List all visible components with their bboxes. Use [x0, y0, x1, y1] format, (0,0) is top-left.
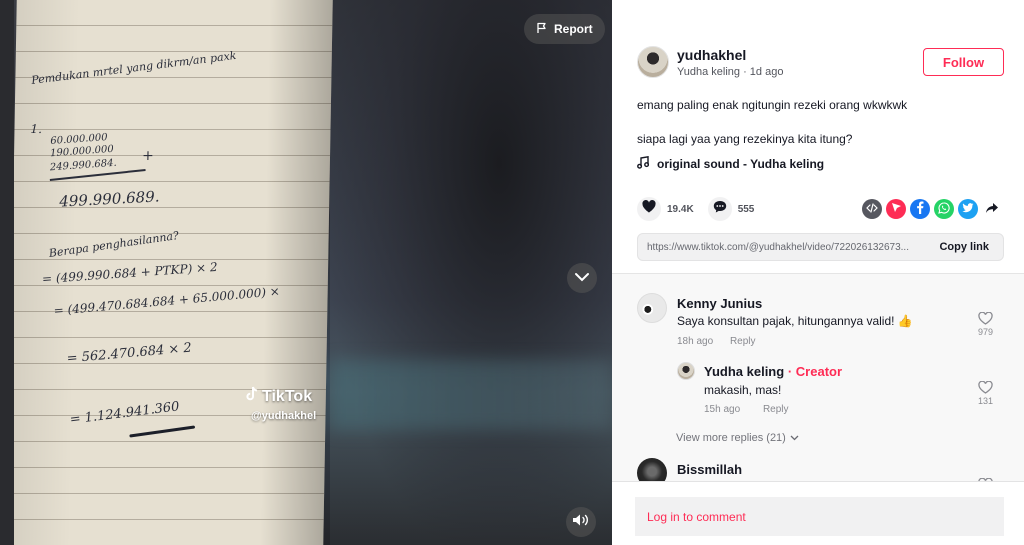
reply-button[interactable]: Reply — [730, 336, 756, 347]
chevron-down-icon — [790, 432, 799, 444]
flag-icon — [536, 22, 548, 37]
video-link-box: https://www.tiktok.com/@yudhakhel/video/… — [637, 233, 1004, 261]
comment-item: Bissmillah — [612, 452, 1024, 481]
volume-button[interactable] — [566, 507, 596, 537]
notebook-paper: Pemdukan mrtel yang dikrm/an paxk 1. 60.… — [7, 0, 333, 545]
author-meta: Yudha keling · 1d ago — [677, 65, 784, 78]
reply-item: Yudha keling · Creator makasih, mas! 15h… — [612, 356, 1024, 426]
share-arrow-icon — [985, 202, 999, 217]
author-display-name: Yudha keling — [677, 65, 740, 78]
commenter-name[interactable]: Kenny Junius — [677, 296, 762, 311]
author-avatar[interactable] — [637, 46, 669, 78]
like-count: 19.4K — [667, 203, 694, 215]
sound-link[interactable]: original sound - Yudha keling — [637, 155, 825, 172]
comment-item: Kenny Junius Saya konsultan pajak, hitun… — [612, 274, 1024, 354]
video-player[interactable]: Pemdukan mrtel yang dikrm/an paxk 1. 60.… — [0, 0, 612, 545]
embed-code-icon — [866, 202, 878, 216]
next-video-button[interactable] — [567, 263, 597, 293]
reply-button[interactable]: Reply — [763, 404, 789, 415]
share-more-button[interactable] — [982, 199, 1002, 219]
engagement-stats: 19.4K 555 — [637, 197, 768, 221]
post-details-panel: yudhakhel Yudha keling · 1d ago Follow e… — [612, 0, 1024, 545]
share-facebook-button[interactable] — [910, 199, 930, 219]
reply-time: 15h ago — [704, 404, 741, 415]
post-time: 1d ago — [749, 65, 784, 78]
embed-button[interactable] — [862, 199, 882, 219]
heart-outline-icon — [978, 380, 993, 396]
copy-link-button[interactable]: Copy link — [939, 241, 989, 253]
follow-button[interactable]: Follow — [923, 48, 1004, 76]
facebook-icon — [916, 201, 924, 217]
reply-avatar[interactable] — [677, 362, 695, 380]
creator-badge: Creator — [795, 364, 843, 379]
reply-text: makasih, mas! — [704, 383, 782, 397]
whatsapp-icon — [938, 201, 950, 217]
handwriting-plus: + — [141, 148, 154, 164]
reply-username[interactable]: Yudha keling · Creator — [704, 364, 842, 379]
comment-meta: 18h ago Reply — [677, 336, 756, 347]
reply-like[interactable]: 131 — [978, 380, 994, 406]
report-label: Report — [554, 22, 593, 36]
send-to-friends-button[interactable] — [886, 199, 906, 219]
tiktok-watermark: TikTok @yudhakhel — [245, 386, 316, 422]
commenter-name[interactable]: Bissmillah — [677, 462, 742, 477]
comment-like-count: 979 — [978, 327, 994, 337]
like-button[interactable] — [637, 197, 661, 221]
twitter-icon — [962, 202, 974, 216]
author-info[interactable]: yudhakhel Yudha keling · 1d ago — [637, 46, 783, 78]
comment-stat[interactable]: 555 — [707, 197, 755, 221]
comment-bubble-icon — [713, 200, 727, 218]
comment-time: 18h ago — [677, 336, 714, 347]
commenter-avatar[interactable] — [637, 458, 667, 481]
divider — [612, 481, 1024, 482]
video-link-text[interactable]: https://www.tiktok.com/@yudhakhel/video/… — [647, 242, 931, 253]
comment-count: 555 — [737, 203, 755, 215]
video-background-glow — [330, 360, 612, 430]
watermark-brand: TikTok — [262, 387, 313, 405]
sound-title: original sound - Yudha keling — [657, 157, 825, 171]
volume-icon — [572, 513, 590, 532]
send-arrow-icon — [891, 202, 902, 216]
comment-like[interactable]: 979 — [978, 311, 994, 337]
chevron-down-icon — [574, 269, 590, 287]
share-buttons — [862, 199, 1002, 219]
comment-button[interactable] — [707, 197, 732, 221]
heart-icon — [642, 200, 656, 218]
caption-line: siapa lagi yaa yang rezekinya kita itung… — [637, 132, 853, 146]
comment-text: Saya konsultan pajak, hitungannya valid!… — [677, 314, 913, 328]
music-note-icon — [637, 155, 650, 172]
tiktok-note-icon — [245, 386, 259, 407]
handwriting-step: 1. — [30, 122, 43, 136]
view-more-replies[interactable]: View more replies (21) — [676, 432, 799, 444]
like-stat[interactable]: 19.4K — [637, 197, 694, 221]
author-username[interactable]: yudhakhel — [677, 47, 783, 63]
report-button[interactable]: Report — [524, 14, 605, 44]
login-to-comment[interactable]: Log in to comment — [635, 497, 1004, 536]
watermark-username: @yudhakhel — [251, 410, 317, 422]
commenter-avatar[interactable] — [637, 293, 667, 323]
reply-like-count: 131 — [978, 396, 994, 406]
comments-list[interactable]: Kenny Junius Saya konsultan pajak, hitun… — [612, 273, 1024, 481]
login-prompt[interactable]: Log in to comment — [647, 510, 746, 524]
share-whatsapp-button[interactable] — [934, 199, 954, 219]
caption-line: emang paling enak ngitungin rezeki orang… — [637, 98, 908, 112]
reply-meta: 15h ago Reply — [704, 404, 789, 415]
heart-outline-icon — [978, 311, 993, 327]
share-twitter-button[interactable] — [958, 199, 978, 219]
